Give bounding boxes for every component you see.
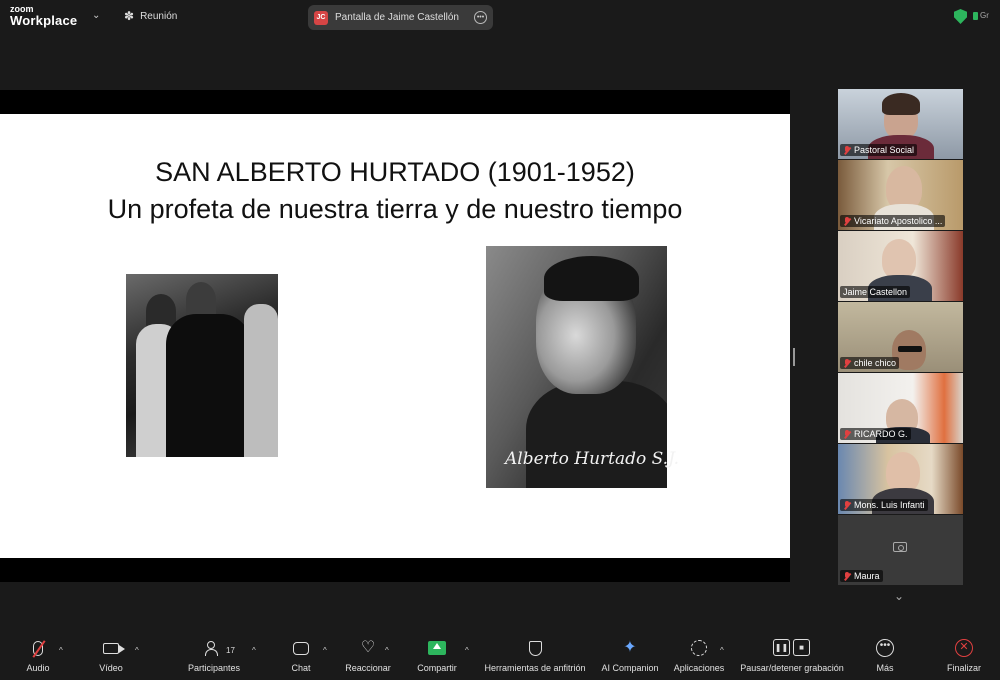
apps-label: Aplicaciones (673, 663, 725, 673)
video-options-caret[interactable]: ^ (135, 646, 139, 655)
more-label: Más (876, 663, 894, 673)
chat-options-caret[interactable]: ^ (323, 646, 327, 655)
chevron-down-icon[interactable]: ⌄ (92, 10, 100, 21)
security-shield-icon[interactable] (954, 9, 967, 24)
share-label: Compartir (417, 663, 457, 673)
meeting-label: Reunión (140, 10, 178, 22)
share-pill-text: Pantalla de Jaime Castellón (335, 12, 459, 23)
audio-options-caret[interactable]: ^ (59, 646, 63, 655)
group-photo (126, 274, 278, 457)
participants-icon (205, 640, 223, 656)
shield-icon (528, 640, 542, 656)
top-bar: zoom Workplace ⌄ ✽ Reunión JC Pantalla d… (0, 0, 1000, 36)
meeting-info-button[interactable]: ✽ Reunión (124, 9, 177, 23)
host-tools-label: Herramientas de anfitrión (484, 663, 586, 673)
view-button[interactable]: Gr (980, 11, 989, 20)
apps-button[interactable]: Aplicaciones (670, 636, 728, 680)
screen-share-indicator[interactable]: JC Pantalla de Jaime Castellón ••• (308, 5, 493, 30)
share-screen-button[interactable]: Compartir (414, 636, 460, 680)
end-call-icon: ✕ (955, 639, 973, 657)
slide-title-line1: SAN ALBERTO HURTADO (1901-1952) (155, 157, 635, 187)
more-icon: ••• (876, 639, 894, 657)
participant-gallery: Pastoral Social Vicariato Apostolico ...… (838, 89, 963, 586)
recording-button[interactable]: ❚❚ ■ Pausar/detener grabación (736, 636, 848, 680)
chat-icon (293, 641, 309, 655)
ai-companion-button[interactable]: ✦ AI Companion (598, 636, 662, 680)
zoom-logo[interactable]: zoom Workplace (10, 5, 78, 28)
participants-label: Participantes (187, 663, 241, 673)
chevron-down-icon[interactable]: ⌄ (894, 589, 904, 603)
participant-label: Maura (840, 570, 883, 582)
participants-count-badge: 17 (226, 646, 235, 655)
mic-muted-icon (843, 500, 851, 510)
host-tools-button[interactable]: Herramientas de anfitrión (480, 636, 590, 680)
microphone-muted-icon (33, 640, 43, 656)
mic-muted-icon (843, 571, 851, 581)
slide-title: SAN ALBERTO HURTADO (1901-1952) Un profe… (0, 154, 790, 228)
mic-muted-icon (843, 216, 851, 226)
participant-label: Pastoral Social (840, 144, 918, 156)
chat-button[interactable]: Chat (286, 636, 316, 680)
sparkle-icon: ✦ (623, 639, 637, 656)
participant-label: RICARDO G. (840, 428, 911, 440)
signature-text: Alberto Hurtado S.J. (505, 449, 679, 469)
participant-label: Vicariato Apostolico ... (840, 215, 946, 227)
more-options-icon[interactable]: ••• (474, 11, 487, 24)
video-button[interactable]: Vídeo (94, 636, 128, 680)
recording-label: Pausar/detener grabación (740, 663, 844, 673)
more-button[interactable]: ••• Más (870, 636, 900, 680)
pause-stop-icon: ❚❚ ■ (773, 639, 811, 657)
participant-tile[interactable]: Jaime Castellon (838, 231, 963, 301)
video-label: Vídeo (99, 663, 123, 673)
camera-off-icon (893, 542, 907, 552)
shared-screen: SAN ALBERTO HURTADO (1901-1952) Un profe… (0, 90, 790, 582)
share-options-caret[interactable]: ^ (465, 646, 469, 655)
meeting-toolbar: Audio ^ Vídeo ^ Participantes ^ Chat ^ ♡… (0, 636, 1000, 680)
audio-button[interactable]: Audio (22, 636, 54, 680)
mic-muted-icon (843, 429, 851, 439)
ai-companion-label: AI Companion (601, 663, 659, 673)
chat-label: Chat (291, 663, 311, 673)
slide-title-line2: Un profeta de nuestra tierra y de nuestr… (107, 194, 683, 224)
apps-icon (691, 640, 707, 656)
audio-label: Audio (26, 663, 50, 673)
resize-handle[interactable] (793, 348, 795, 366)
participant-tile[interactable]: chile chico (838, 302, 963, 372)
reactions-options-caret[interactable]: ^ (385, 646, 389, 655)
participant-tile[interactable]: Vicariato Apostolico ... (838, 160, 963, 230)
reactions-label: Reaccionar (345, 663, 391, 673)
participants-options-caret[interactable]: ^ (252, 646, 256, 655)
participants-button[interactable]: Participantes (184, 636, 244, 680)
mic-muted-icon (843, 145, 851, 155)
reactions-button[interactable]: ♡ Reaccionar (342, 636, 394, 680)
video-camera-icon (103, 642, 125, 654)
logo-line2: Workplace (10, 13, 78, 28)
participant-tile[interactable]: Pastoral Social (838, 89, 963, 159)
participant-tile[interactable]: Maura (838, 515, 963, 585)
participant-label: Mons. Luis Infanti (840, 499, 928, 511)
apps-options-caret[interactable]: ^ (720, 646, 724, 655)
participant-tile[interactable]: Mons. Luis Infanti (838, 444, 963, 514)
meeting-icon: ✽ (124, 9, 135, 23)
connection-icon (973, 12, 978, 20)
participant-label: Jaime Castellon (840, 286, 911, 298)
heart-icon: ♡ (360, 639, 376, 656)
participant-label: chile chico (840, 357, 900, 369)
participant-tile[interactable]: RICARDO G. (838, 373, 963, 443)
mic-muted-icon (843, 358, 851, 368)
presentation-slide: SAN ALBERTO HURTADO (1901-1952) Un profe… (0, 114, 790, 558)
end-meeting-button[interactable]: ✕ Finalizar (944, 636, 984, 680)
end-label: Finalizar (946, 663, 981, 673)
share-screen-icon (428, 641, 446, 655)
presenter-avatar: JC (314, 10, 328, 25)
